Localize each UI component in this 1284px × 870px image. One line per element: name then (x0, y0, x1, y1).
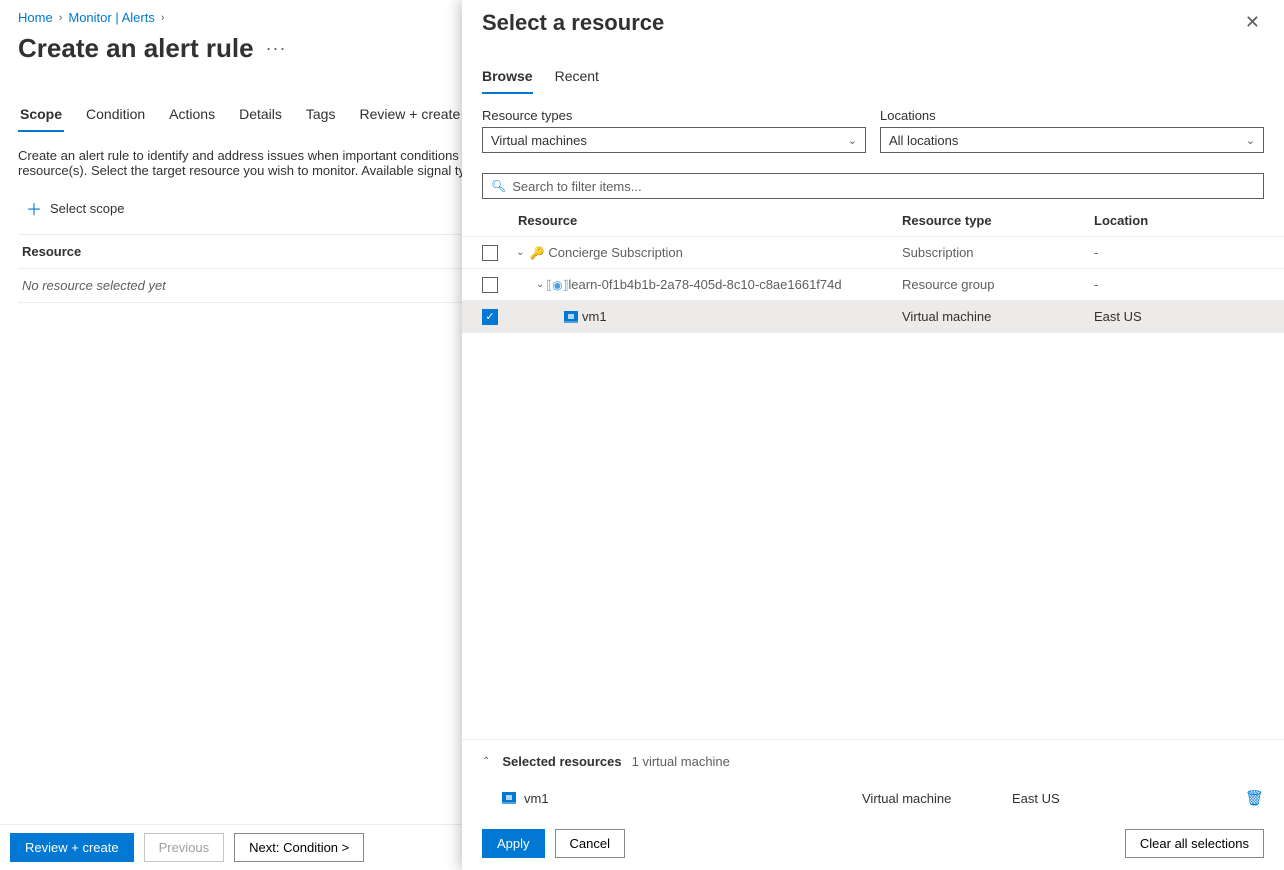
chevron-up-icon[interactable]: ⌃ (482, 756, 490, 767)
checkbox[interactable] (482, 277, 498, 293)
panel-tab-browse[interactable]: Browse (482, 64, 533, 94)
search-box[interactable]: 🔍︎ (482, 173, 1264, 199)
tab-condition[interactable]: Condition (84, 100, 147, 132)
chevron-right-icon: › (59, 12, 63, 24)
subscription-location: - (1094, 245, 1264, 260)
tree-row-resource-group[interactable]: ⌄ ⟦◉⟧ learn-0f1b4b1b-2a78-405d-8c10-c8ae… (462, 269, 1284, 301)
key-icon: 🔑 (530, 246, 544, 260)
selected-resources-section: ⌃ Selected resources 1 virtual machine v… (462, 739, 1284, 821)
resource-tree: ⌄ 🔑 Concierge Subscription Subscription … (462, 237, 1284, 333)
locations-dropdown[interactable]: All locations ⌄ (880, 127, 1264, 153)
cancel-button[interactable]: Cancel (555, 829, 625, 858)
close-icon[interactable]: ✕ (1241, 10, 1264, 35)
resource-group-type: Resource group (902, 277, 1094, 292)
panel-tab-recent[interactable]: Recent (555, 64, 599, 94)
breadcrumb-home[interactable]: Home (18, 10, 53, 25)
column-resource: Resource (482, 213, 902, 228)
resource-group-icon: ⟦◉⟧ (550, 278, 564, 292)
subscription-type: Subscription (902, 245, 1094, 260)
trash-icon[interactable]: 🗑 (1245, 789, 1264, 807)
more-icon[interactable]: ··· (266, 38, 287, 59)
selected-type: Virtual machine (862, 791, 1012, 806)
selected-location: East US (1012, 791, 1245, 806)
resource-types-dropdown[interactable]: Virtual machines ⌄ (482, 127, 866, 153)
vm-location: East US (1094, 309, 1264, 324)
vm-type: Virtual machine (902, 309, 1094, 324)
column-type: Resource type (902, 213, 1094, 228)
search-icon: 🔍︎ (491, 179, 506, 193)
selected-resources-count: 1 virtual machine (632, 754, 730, 769)
search-input[interactable] (512, 179, 1255, 194)
apply-button[interactable]: Apply (482, 829, 545, 858)
selected-resources-label: Selected resources (502, 754, 621, 769)
resource-types-label: Resource types (482, 108, 866, 123)
checkbox-checked[interactable]: ✓ (482, 309, 498, 325)
selected-name: vm1 (524, 791, 549, 806)
panel-tabs: Browse Recent (462, 44, 1284, 94)
selected-resource-row: vm1 Virtual machine East US 🗑 (482, 779, 1264, 821)
select-scope-label: Select scope (50, 201, 124, 216)
vm-icon (502, 792, 516, 804)
vm-icon (564, 311, 578, 323)
clear-all-button[interactable]: Clear all selections (1125, 829, 1264, 858)
breadcrumb-monitor[interactable]: Monitor | Alerts (68, 10, 154, 25)
tab-details[interactable]: Details (237, 100, 284, 132)
tab-scope[interactable]: Scope (18, 100, 64, 132)
tab-actions[interactable]: Actions (167, 100, 217, 132)
chevron-down-icon[interactable]: ⌄ (516, 247, 524, 258)
page-title: Create an alert rule (18, 33, 254, 64)
resource-group-location: - (1094, 277, 1264, 292)
tab-tags[interactable]: Tags (304, 100, 338, 132)
plus-icon: ＋ (26, 196, 42, 220)
panel-title: Select a resource (482, 10, 664, 36)
tree-row-vm[interactable]: ✓ vm1 Virtual machine East US (462, 301, 1284, 333)
vm-name: vm1 (582, 309, 607, 324)
locations-label: Locations (880, 108, 1264, 123)
chevron-down-icon: ⌄ (1246, 134, 1255, 147)
checkbox[interactable] (482, 245, 498, 261)
panel-footer: Apply Cancel Clear all selections (462, 821, 1284, 870)
chevron-down-icon: ⌄ (848, 134, 857, 147)
column-location: Location (1094, 213, 1264, 228)
tree-row-subscription[interactable]: ⌄ 🔑 Concierge Subscription Subscription … (462, 237, 1284, 269)
chevron-right-icon: › (161, 12, 165, 24)
chevron-down-icon[interactable]: ⌄ (536, 279, 544, 290)
tab-review-create[interactable]: Review + create (357, 100, 462, 132)
resource-types-value: Virtual machines (491, 133, 587, 148)
subscription-name: Concierge Subscription (548, 245, 682, 260)
select-resource-panel: Select a resource ✕ Browse Recent Resour… (462, 0, 1284, 870)
tree-header: Resource Resource type Location (462, 207, 1284, 237)
resource-group-name: learn-0f1b4b1b-2a78-405d-8c10-c8ae1661f7… (568, 277, 841, 292)
next-condition-button[interactable]: Next: Condition > (234, 833, 364, 862)
locations-value: All locations (889, 133, 958, 148)
review-create-button[interactable]: Review + create (10, 833, 134, 862)
previous-button: Previous (144, 833, 225, 862)
